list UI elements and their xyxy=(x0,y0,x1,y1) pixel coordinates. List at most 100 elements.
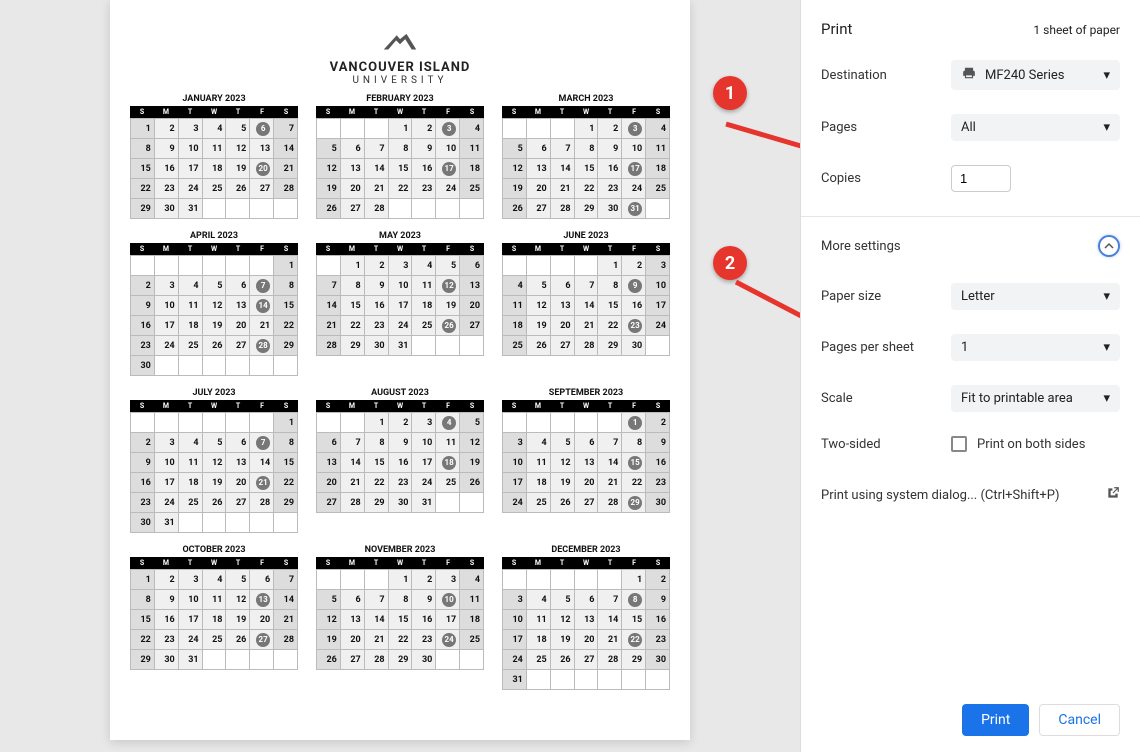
calendar-day: 15 xyxy=(365,453,389,473)
calendar-day: 18 xyxy=(436,453,460,473)
calendar-day: 23 xyxy=(412,630,436,650)
calendar-day: 3 xyxy=(155,433,179,453)
calendar-day-empty xyxy=(503,413,527,433)
calendar-day: 8 xyxy=(365,433,389,453)
calendar-day: 19 xyxy=(460,453,484,473)
calendar-day: 2 xyxy=(598,119,622,139)
calendar-day: 23 xyxy=(389,473,413,493)
institution-name: VANCOUVER ISLAND xyxy=(130,60,670,75)
pages-per-sheet-select[interactable]: 1 ▾ xyxy=(951,334,1120,361)
calendar-day: 21 xyxy=(250,316,274,336)
calendar-day: 13 xyxy=(317,453,341,473)
calendar-day: 22 xyxy=(622,630,646,650)
calendar-day-empty xyxy=(179,413,203,433)
print-button[interactable]: Print xyxy=(962,704,1029,736)
calendar-day: 27 xyxy=(527,199,551,219)
calendar-day: 16 xyxy=(412,159,436,179)
institution-logo xyxy=(130,30,670,56)
calendar-day: 12 xyxy=(436,276,460,296)
calendar-day: 4 xyxy=(527,433,551,453)
scale-select[interactable]: Fit to printable area ▾ xyxy=(951,385,1120,412)
month-title: FEBRUARY 2023 xyxy=(316,94,484,104)
calendar-day: 24 xyxy=(155,493,179,513)
calendar-day: 28 xyxy=(250,493,274,513)
destination-select[interactable]: MF240 Series ▾ xyxy=(951,60,1120,90)
printer-icon xyxy=(961,66,977,84)
calendar-day: 9 xyxy=(131,296,155,316)
calendar-day: 2 xyxy=(412,119,436,139)
calendar-day: 4 xyxy=(203,119,227,139)
calendar-day: 1 xyxy=(341,256,365,276)
calendar-day: 21 xyxy=(365,179,389,199)
calendar-day: 20 xyxy=(341,179,365,199)
month-title: JUNE 2023 xyxy=(502,231,670,241)
calendar-day: 12 xyxy=(551,610,575,630)
calendar-day: 6 xyxy=(341,590,365,610)
calendar-day: 30 xyxy=(131,356,155,376)
calendar-grid: JANUARY 2023SMTWTFS123456789101112131415… xyxy=(130,94,670,690)
print-title: Print xyxy=(821,20,852,38)
calendar-day: 29 xyxy=(622,493,646,513)
calendar-day-empty xyxy=(503,119,527,139)
calendar-day: 22 xyxy=(389,179,413,199)
calendar-day: 3 xyxy=(179,570,203,590)
calendar-day: 3 xyxy=(503,433,527,453)
calendar-day: 12 xyxy=(460,433,484,453)
calendar-day-empty xyxy=(317,413,341,433)
calendar-day: 6 xyxy=(226,433,250,453)
calendar-day: 13 xyxy=(575,610,599,630)
calendar-day: 31 xyxy=(412,493,436,513)
calendar-day: 19 xyxy=(551,473,575,493)
calendar-day-empty xyxy=(598,670,622,690)
calendar-day: 17 xyxy=(436,610,460,630)
calendar-day: 5 xyxy=(527,276,551,296)
calendar-day: 13 xyxy=(250,590,274,610)
paper-size-select[interactable]: Letter ▾ xyxy=(951,283,1120,310)
calendar-day: 23 xyxy=(155,630,179,650)
calendar-day: 12 xyxy=(317,159,341,179)
copies-input[interactable] xyxy=(951,165,1011,192)
calendar-day: 15 xyxy=(389,159,413,179)
system-dialog-link[interactable]: Print using system dialog... (Ctrl+Shift… xyxy=(821,486,1120,504)
calendar-day: 13 xyxy=(575,453,599,473)
calendar-day: 26 xyxy=(527,336,551,356)
calendar-day: 20 xyxy=(317,473,341,493)
calendar-day-empty xyxy=(622,670,646,690)
calendar-day: 31 xyxy=(179,199,203,219)
calendar-day-empty xyxy=(436,199,460,219)
calendar-day: 18 xyxy=(646,159,670,179)
calendar-day-empty xyxy=(226,413,250,433)
calendar-day: 7 xyxy=(250,276,274,296)
calendar-day: 14 xyxy=(365,159,389,179)
calendar-day: 25 xyxy=(503,336,527,356)
calendar-day: 13 xyxy=(460,276,484,296)
more-settings-toggle[interactable]: More settings xyxy=(821,235,1120,257)
calendar-day: 2 xyxy=(131,276,155,296)
two-sided-checkbox[interactable] xyxy=(951,436,967,452)
calendar-month: MARCH 2023SMTWTFS12345678910111213141516… xyxy=(502,94,670,219)
calendar-day: 4 xyxy=(436,413,460,433)
calendar-day: 19 xyxy=(436,296,460,316)
day-of-week-header: SMTWTFS xyxy=(130,106,298,118)
calendar-day: 16 xyxy=(598,159,622,179)
calendar-day: 11 xyxy=(179,296,203,316)
pages-select[interactable]: All ▾ xyxy=(951,114,1120,141)
cancel-button[interactable]: Cancel xyxy=(1039,704,1120,736)
calendar-day-empty xyxy=(203,650,227,670)
calendar-day-empty xyxy=(503,570,527,590)
days-grid: 1234567891011121314151617181920212223242… xyxy=(130,118,298,219)
calendar-day: 6 xyxy=(341,139,365,159)
calendar-day: 1 xyxy=(575,119,599,139)
calendar-day: 9 xyxy=(412,590,436,610)
calendar-day: 8 xyxy=(598,276,622,296)
calendar-day: 23 xyxy=(365,316,389,336)
calendar-day: 6 xyxy=(527,139,551,159)
calendar-day-empty xyxy=(460,336,484,356)
day-of-week-header: SMTWTFS xyxy=(316,106,484,118)
calendar-day: 2 xyxy=(646,570,670,590)
calendar-day: 1 xyxy=(274,413,298,433)
calendar-day-empty xyxy=(341,119,365,139)
day-of-week-header: SMTWTFS xyxy=(316,557,484,569)
calendar-day: 13 xyxy=(226,453,250,473)
calendar-day: 6 xyxy=(250,119,274,139)
